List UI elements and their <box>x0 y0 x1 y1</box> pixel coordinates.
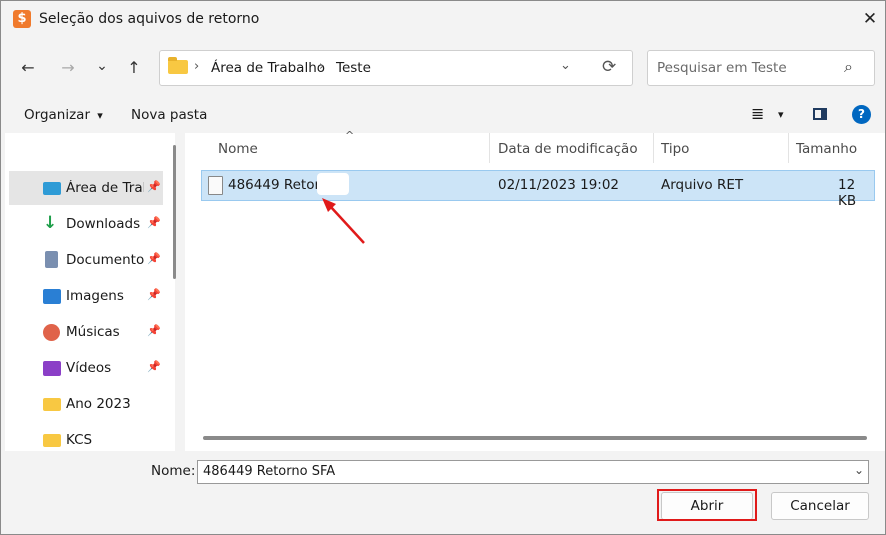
annotation-arrow-icon <box>322 198 365 244</box>
annotation-arrow-shaft <box>329 205 365 244</box>
